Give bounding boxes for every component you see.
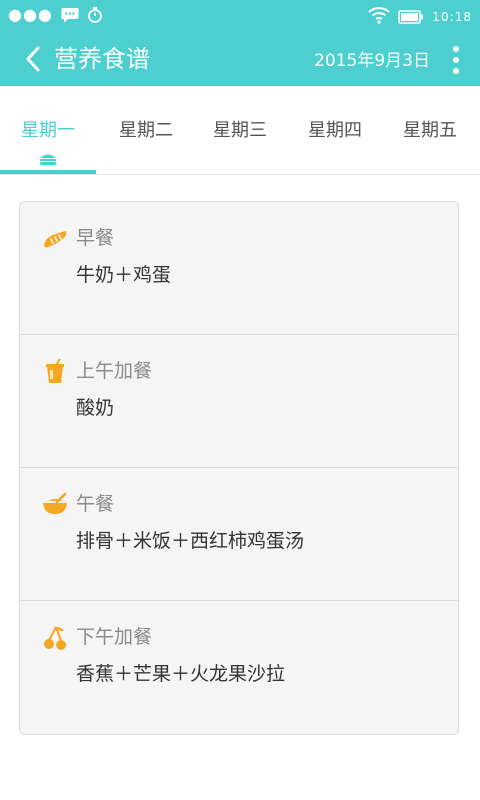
- cherry-icon: [44, 626, 66, 650]
- tab-friday[interactable]: 星期五: [382, 120, 478, 142]
- meal-breakfast[interactable]: 早餐 牛奶＋鸡蛋: [20, 202, 458, 335]
- tab-indicator: [0, 170, 96, 174]
- tab-tuesday[interactable]: 星期二: [98, 120, 194, 142]
- meal-name: 午餐: [76, 493, 115, 515]
- meal-food: 牛奶＋鸡蛋: [76, 264, 172, 286]
- tab-wednesday[interactable]: 星期三: [192, 120, 288, 142]
- drink-cup-icon: [46, 359, 64, 383]
- burger-icon: [40, 154, 56, 165]
- bowl-icon: [43, 492, 67, 514]
- date-label[interactable]: 2015年9月3日: [314, 50, 430, 72]
- meal-plan-card: 早餐 牛奶＋鸡蛋 上午加餐 酸奶 午餐 排骨＋米饭＋西红柿鸡蛋汤 下午加餐 香蕉…: [19, 201, 459, 735]
- meal-lunch[interactable]: 午餐 排骨＋米饭＋西红柿鸡蛋汤: [20, 468, 458, 601]
- tab-monday[interactable]: 星期一: [0, 120, 96, 142]
- back-button[interactable]: [20, 46, 46, 72]
- weekday-tabs: 星期一 星期二 星期三 星期四 星期五: [0, 86, 480, 175]
- meal-food: 排骨＋米饭＋西红柿鸡蛋汤: [76, 530, 305, 552]
- meal-afternoon-snack[interactable]: 下午加餐 香蕉＋芒果＋火龙果沙拉: [20, 601, 458, 734]
- meal-food: 香蕉＋芒果＋火龙果沙拉: [76, 663, 286, 685]
- app-bar: 营养食谱 2015年9月3日: [0, 32, 480, 86]
- status-right: 10:18: [368, 6, 472, 28]
- more-dot: [453, 57, 459, 63]
- battery-icon: [398, 10, 424, 24]
- status-time: 10:18: [432, 10, 472, 24]
- meal-name: 上午加餐: [76, 360, 153, 382]
- meal-name: 早餐: [76, 227, 115, 249]
- meal-food: 酸奶: [76, 397, 115, 419]
- more-dot: [453, 68, 459, 74]
- chevron-left-icon: [26, 46, 40, 72]
- tab-thursday[interactable]: 星期四: [287, 120, 383, 142]
- more-dot: [453, 46, 459, 52]
- meal-name: 下午加餐: [76, 626, 153, 648]
- bread-icon: [44, 231, 67, 248]
- meal-morning-snack[interactable]: 上午加餐 酸奶: [20, 335, 458, 468]
- status-bar: ●●● 10:18: [0, 0, 480, 32]
- stopwatch-icon: [87, 6, 103, 24]
- more-options-button[interactable]: [450, 46, 462, 74]
- status-left: ●●●: [8, 6, 103, 24]
- signal-dots: ●●●: [8, 5, 53, 24]
- wifi-icon: [368, 6, 391, 28]
- page-title: 营养食谱: [54, 45, 150, 73]
- chat-icon: [61, 7, 79, 23]
